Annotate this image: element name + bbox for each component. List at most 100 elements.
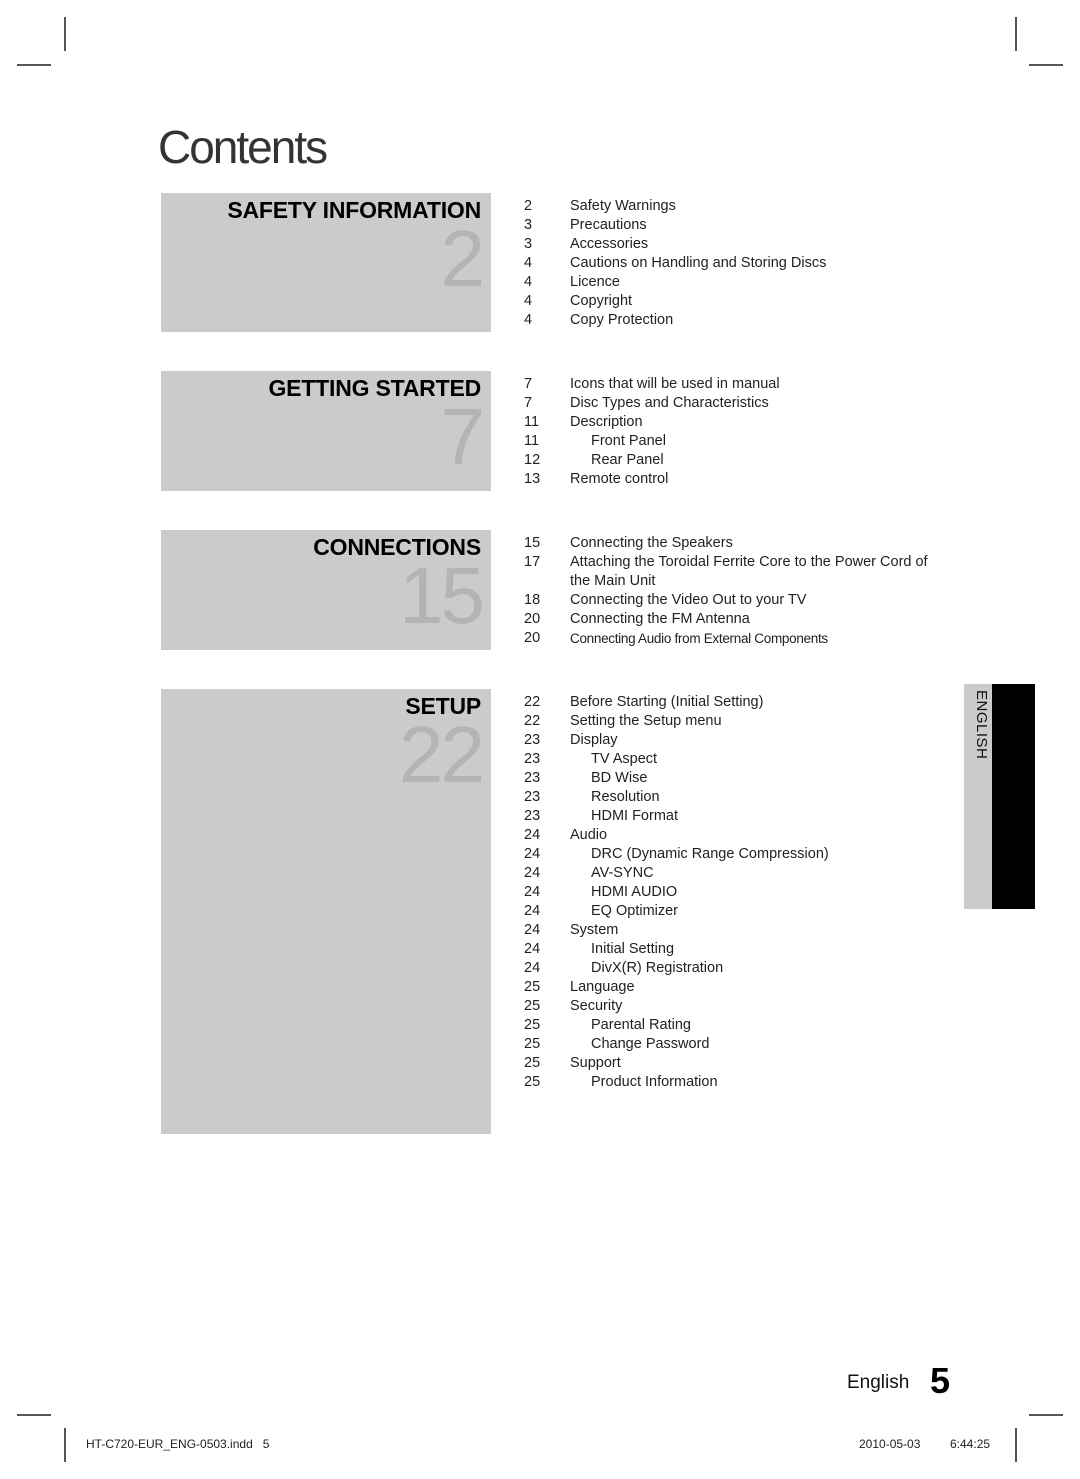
toc-entry[interactable]: 24 DivX(R) Registration xyxy=(524,959,944,978)
toc-entry-label: BD Wise xyxy=(591,770,648,786)
toc-entry-page: 23 xyxy=(524,808,541,824)
toc-entry-label: Accessories xyxy=(570,236,649,252)
toc-entry[interactable]: 7 Icons that will be used in manual xyxy=(524,375,944,394)
toc-entry[interactable]: 20 Connecting the FM Antenna xyxy=(524,610,944,629)
toc-entry-label: HDMI Format xyxy=(591,808,678,824)
language-tab-marker xyxy=(992,684,1035,909)
toc-entry-label: Audio xyxy=(570,827,608,843)
toc-entry[interactable]: 2 Safety Warnings xyxy=(524,197,944,216)
toc-entry-label: Support xyxy=(570,1055,621,1071)
toc-entry[interactable]: 24 Audio xyxy=(524,826,944,845)
section-panel-setup[interactable]: SETUP 22 xyxy=(161,689,491,1134)
section-panel-getting-started[interactable]: GETTING STARTED 7 xyxy=(161,371,491,491)
toc-entry-page: 7 xyxy=(524,395,533,411)
toc-entry-label: Display xyxy=(570,732,618,748)
toc-entry[interactable]: 23 TV Aspect xyxy=(524,750,944,769)
toc-entry-page: 3 xyxy=(524,236,533,252)
toc-entry[interactable]: 22 Before Starting (Initial Setting) xyxy=(524,693,944,712)
toc-entry-label: Attaching the Toroidal Ferrite Core to t… xyxy=(570,554,928,589)
toc-entry[interactable]: 23 BD Wise xyxy=(524,769,944,788)
toc-entry-page: 25 xyxy=(524,1017,541,1033)
toc-entry[interactable]: 11 Front Panel xyxy=(524,432,944,451)
toc-entry[interactable]: 7 Disc Types and Characteristics xyxy=(524,394,944,413)
toc-entry[interactable]: 23 Display xyxy=(524,731,944,750)
toc-entry[interactable]: 3 Accessories xyxy=(524,235,944,254)
toc-entry[interactable]: 11 Description xyxy=(524,413,944,432)
toc-entry-page: 20 xyxy=(524,611,541,627)
toc-entry-page: 23 xyxy=(524,751,541,767)
toc-entry[interactable]: 22 Setting the Setup menu xyxy=(524,712,944,731)
slug-file-name-text: HT-C720-EUR_ENG-0503.indd xyxy=(86,1437,253,1451)
toc-entry[interactable]: 13 Remote control xyxy=(524,470,944,489)
toc-entry-page: 7 xyxy=(524,376,533,392)
toc-entry-label: Disc Types and Characteristics xyxy=(570,395,769,411)
crop-mark xyxy=(1029,64,1063,66)
toc-entry[interactable]: 25 Product Information xyxy=(524,1073,944,1092)
toc-entry-label: Icons that will be used in manual xyxy=(570,376,780,392)
toc-entry[interactable]: 12 Rear Panel xyxy=(524,451,944,470)
toc-entry[interactable]: 25 Language xyxy=(524,978,944,997)
toc-entry-label: Resolution xyxy=(591,789,660,805)
toc-entry-label: Remote control xyxy=(570,471,669,487)
crop-mark xyxy=(17,1414,51,1416)
toc-entry[interactable]: 4 Copy Protection xyxy=(524,311,944,330)
toc-entry[interactable]: 3 Precautions xyxy=(524,216,944,235)
toc-entry[interactable]: 24 DRC (Dynamic Range Compression) xyxy=(524,845,944,864)
toc-entry[interactable]: 25 Parental Rating xyxy=(524,1016,944,1035)
toc-entry[interactable]: 20 Connecting Audio from External Compone… xyxy=(524,629,944,648)
toc-entry-page: 24 xyxy=(524,827,541,843)
toc-entry-page: 4 xyxy=(524,255,533,271)
toc-entry[interactable]: 24 AV-SYNC xyxy=(524,864,944,883)
toc-entry[interactable]: 24 HDMI AUDIO xyxy=(524,883,944,902)
toc-entry[interactable]: 25 Change Password xyxy=(524,1035,944,1054)
crop-mark xyxy=(64,1428,66,1462)
crop-mark xyxy=(1015,17,1017,51)
toc-entry[interactable]: 24 EQ Optimizer xyxy=(524,902,944,921)
toc-entry-label: EQ Optimizer xyxy=(591,903,679,919)
toc-entry-label: DivX(R) Registration xyxy=(591,960,724,976)
toc-entry-page: 24 xyxy=(524,960,541,976)
toc-entry-label: Copyright xyxy=(570,293,633,309)
toc-entry[interactable]: 15 Connecting the Speakers xyxy=(524,534,944,553)
toc-entry-page: 11 xyxy=(524,433,540,449)
toc-entry-label: Setting the Setup menu xyxy=(570,713,722,729)
toc-entry-label: Connecting the Speakers xyxy=(570,535,733,551)
toc-list-getting-started: 7 Icons that will be used in manual 7 Disc … xyxy=(524,375,944,489)
slug-file-page: 5 xyxy=(262,1437,270,1451)
toc-entry[interactable]: 4 Cautions on Handling and Storing Discs xyxy=(524,254,944,273)
section-panel-safety-information[interactable]: SAFETY INFORMATION 2 xyxy=(161,193,491,332)
toc-entry[interactable]: 17 Attaching the Toroidal Ferrite Core to… xyxy=(524,553,944,591)
toc-entry-label: Connecting Audio from External Component… xyxy=(570,631,828,646)
section-start-page: 7 xyxy=(440,392,485,481)
toc-list-safety-information: 2 Safety Warnings 3 Precautions 3 Accessories… xyxy=(524,197,944,330)
toc-entry-page: 13 xyxy=(524,471,541,487)
toc-entry-label: Connecting the Video Out to your TV xyxy=(570,592,807,608)
toc-entry[interactable]: 25 Security xyxy=(524,997,944,1016)
toc-entry[interactable]: 23 HDMI Format xyxy=(524,807,944,826)
toc-entry[interactable]: 4 Copyright xyxy=(524,292,944,311)
toc-entry[interactable]: 18 Connecting the Video Out to your TV xyxy=(524,591,944,610)
toc-entry-page: 25 xyxy=(524,1055,541,1071)
toc-entry-label: Connecting the FM Antenna xyxy=(570,611,750,627)
toc-entry[interactable]: 23 Resolution xyxy=(524,788,944,807)
slug-time: 6:44:25 xyxy=(950,1437,991,1451)
toc-entry-page: 24 xyxy=(524,865,541,881)
toc-entry[interactable]: 4 Licence xyxy=(524,273,944,292)
toc-entry-label: AV-SYNC xyxy=(591,865,654,881)
section-panel-connections[interactable]: CONNECTIONS 15 xyxy=(161,530,491,650)
toc-entry-page: 24 xyxy=(524,846,541,862)
toc-entry-label: Security xyxy=(570,998,623,1014)
toc-entry[interactable]: 24 System xyxy=(524,921,944,940)
toc-entry-label: DRC (Dynamic Range Compression) xyxy=(591,846,829,862)
section-start-page: 15 xyxy=(399,551,485,640)
section-start-page: 22 xyxy=(399,710,485,799)
toc-entry-page: 4 xyxy=(524,293,533,309)
toc-entry[interactable]: 24 Initial Setting xyxy=(524,940,944,959)
toc-entry-page: 15 xyxy=(524,535,541,551)
crop-mark xyxy=(64,17,66,51)
toc-entry-label: System xyxy=(570,922,619,938)
toc-entry[interactable]: 25 Support xyxy=(524,1054,944,1073)
toc-entry-label: TV Aspect xyxy=(591,751,658,767)
toc-entry-page: 23 xyxy=(524,770,541,786)
toc-entry-page: 11 xyxy=(524,414,540,430)
